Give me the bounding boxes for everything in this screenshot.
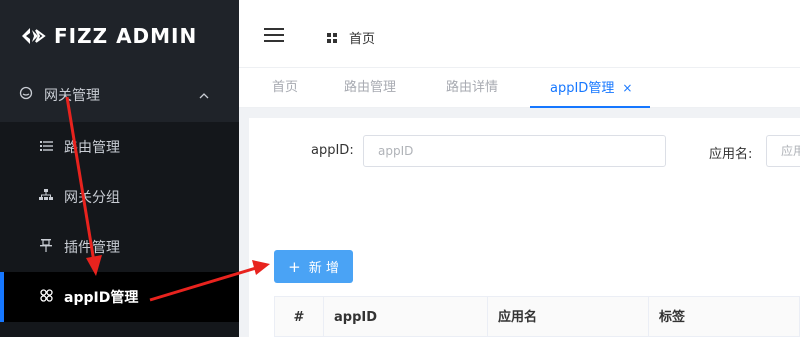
brand-logo[interactable]: FIZZ ADMIN [0, 0, 239, 72]
top-header: 首页 [239, 0, 800, 68]
pin-icon [38, 238, 54, 256]
chevron-up-icon [199, 89, 209, 102]
clover-icon [38, 288, 54, 306]
appid-label: appID: [311, 143, 354, 158]
app-root: FIZZ ADMIN 网关管理 路由管理 网关分组 插件管理 appID管理 首… [0, 0, 800, 337]
tab-home[interactable]: 首页 [272, 68, 298, 108]
tab-label: 路由详情 [446, 80, 499, 95]
sidebar-group-label: 网关管理 [44, 88, 100, 104]
home-grid-icon [327, 32, 337, 43]
gateway-icon [18, 86, 34, 104]
list-icon [38, 140, 54, 155]
menu-toggle-icon[interactable] [264, 28, 284, 42]
column-header-app-name: 应用名 [488, 297, 649, 337]
column-header-tags: 标签 [659, 310, 686, 325]
tab-label: appID管理 [550, 81, 615, 96]
plus-icon: + [288, 257, 301, 276]
tab-label: 首页 [272, 80, 299, 95]
close-icon[interactable]: × [622, 81, 632, 95]
tab-route[interactable]: 路由管理 [344, 68, 396, 108]
column-header-appid: appID [324, 297, 488, 337]
app-name-input[interactable]: 应用 [766, 135, 800, 167]
sidebar-group-gateway[interactable]: 网关管理 [0, 72, 239, 118]
breadcrumb-home[interactable]: 首页 [349, 28, 375, 47]
sidebar-item-appid[interactable]: appID管理 [0, 272, 239, 322]
main-content: appID: appID 应用名: 应用 + 新 增 # appID 应用名 标… [249, 118, 800, 337]
sidebar: FIZZ ADMIN 网关管理 路由管理 网关分组 插件管理 appID管理 [0, 0, 239, 337]
sidebar-item-label: 网关分组 [64, 190, 120, 206]
sidebar-item-route[interactable]: 路由管理 [0, 122, 239, 172]
appid-input[interactable]: appID [363, 135, 666, 167]
sidebar-item-plugin[interactable]: 插件管理 [0, 222, 239, 272]
page-tabs: 首页 路由管理 路由详情 appID管理 × [239, 68, 800, 108]
sidebar-item-label: 插件管理 [64, 240, 120, 256]
add-button[interactable]: + 新 增 [274, 250, 353, 283]
brand-mark-icon [22, 28, 46, 44]
appid-table-header: # appID 应用名 标签 [274, 296, 800, 337]
sidebar-item-label: 路由管理 [64, 140, 120, 156]
sidebar-submenu: 路由管理 网关分组 插件管理 appID管理 [0, 122, 239, 337]
sidebar-item-label: appID管理 [64, 290, 139, 306]
app-name-label: 应用名: [709, 147, 753, 162]
add-button-label: 新 增 [308, 261, 339, 276]
tab-appid[interactable]: appID管理 × [530, 68, 650, 108]
tree-icon [38, 189, 54, 205]
tab-label: 路由管理 [344, 80, 397, 95]
breadcrumb: 首页 [327, 28, 375, 47]
sidebar-menu: 网关管理 路由管理 网关分组 插件管理 appID管理 [0, 72, 239, 337]
tab-route-detail[interactable]: 路由详情 [446, 68, 498, 108]
brand-name: FIZZ ADMIN [54, 24, 198, 48]
sidebar-item-group[interactable]: 网关分组 [0, 172, 239, 222]
column-header-index: # [275, 297, 324, 337]
